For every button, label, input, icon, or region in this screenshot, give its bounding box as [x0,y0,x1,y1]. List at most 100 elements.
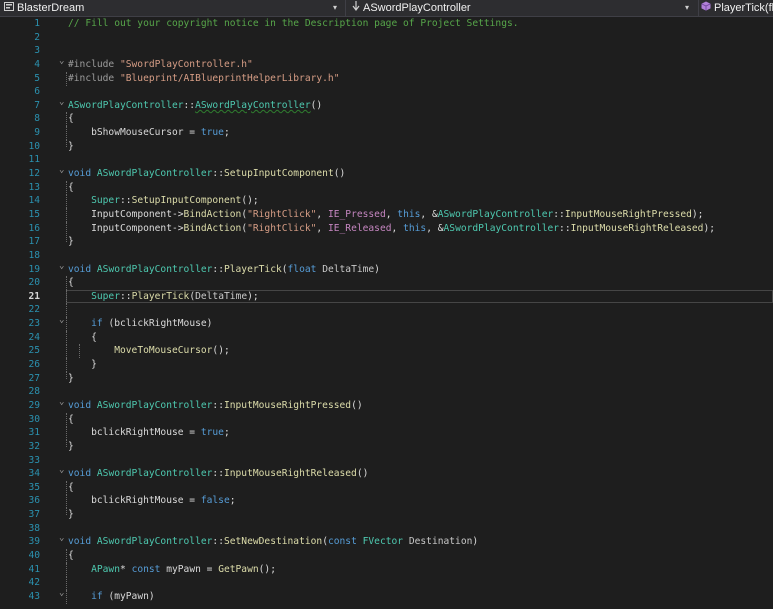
code-line[interactable]: 40 { [0,548,773,563]
code-line[interactable]: 17} [0,235,773,249]
code-line[interactable]: 43 ⌄ if (myPawn) [0,588,773,604]
line-number: 33 [28,454,40,466]
code-line[interactable]: 39 ⌄ void ASwordPlayController::SetNewDest… [0,532,773,549]
code-line[interactable]: 10} [0,139,773,154]
code-token: (); [241,195,259,207]
code-line[interactable]: 27} [0,371,773,386]
code-line[interactable]: 3 [0,44,773,58]
code-line[interactable]: 29 ⌄ void ASwordPlayController::InputMouse… [0,396,773,413]
code-line[interactable]: 31 bclickRightMouse = true; [0,426,773,441]
code-text: #include "Blueprint/AIBlueprintHelperLib… [68,72,339,86]
indent-guide [66,494,67,509]
code-line[interactable]: 41 APawn* const myPawn = GetPawn(); [0,562,773,577]
code-line[interactable]: 36 bclickRightMouse = false; [0,494,773,509]
code-line[interactable]: 19 ⌄ void ASwordPlayController::PlayerTick… [0,260,773,277]
code-token: :: [212,168,224,180]
fold-toggle-icon[interactable]: ⌄ [59,532,67,546]
indent-guide [66,344,67,359]
code-editor[interactable]: 1 // Fill out your copyright notice in th… [0,17,773,609]
navigation-bar: BlasterDream ▾ ASwordPlayController ▾ Pl… [0,0,773,17]
chevron-down-icon[interactable]: ▾ [333,0,337,16]
line-number: 18 [28,249,40,261]
code-line[interactable]: 2 [0,31,773,45]
code-token: , [391,222,404,234]
fold-toggle-icon[interactable]: ⌄ [59,260,67,274]
line-number: 14 [28,195,40,207]
code-line[interactable]: 4 ⌄ #include "SwordPlayController.h" [0,55,773,72]
indent-guide [66,207,67,222]
code-token: , [385,208,398,220]
chevron-down-icon[interactable]: ▾ [685,0,689,16]
fold-toggle-icon[interactable]: ⌄ [59,164,67,178]
code-line[interactable]: 28 [0,385,773,399]
code-token: ASwordPlayController [195,99,311,111]
code-line[interactable]: 33 [0,454,773,468]
code-line[interactable]: 12 ⌄ void ASwordPlayController::SetupInput… [0,164,773,181]
code-line[interactable]: 26 } [0,358,773,373]
down-arrow-icon [352,0,360,16]
code-token: false [200,495,230,507]
code-token: ASwordPlayController [96,536,213,548]
line-number: 19 [28,263,40,275]
code-line[interactable]: 9 bShowMouseCursor = true; [0,126,773,141]
code-token: } [68,509,74,521]
code-line[interactable]: 8{ [0,112,773,127]
code-line[interactable]: 7 ⌄ ASwordPlayController::ASwordPlayContro… [0,96,773,113]
fold-toggle-icon[interactable]: ⌄ [59,55,67,69]
code-line[interactable]: 1 // Fill out your copyright notice in th… [0,17,773,31]
code-text: void ASwordPlayController::InputMouseRig… [68,399,363,413]
code-token: ( [102,318,115,330]
code-token: bclickRightMouse [91,427,184,439]
code-text: bShowMouseCursor = true; [68,126,230,140]
scope-dropdown[interactable]: ASwordPlayController ▾ [345,0,698,16]
code-line[interactable]: 14 Super::SetupInputComponent(); [0,194,773,209]
code-line[interactable]: 37} [0,508,773,522]
code-line[interactable]: 20 { [0,276,773,291]
code-line[interactable]: 42 [0,576,773,591]
code-line[interactable]: 32} [0,439,773,454]
code-text: MoveToMouseCursor(); [68,344,230,358]
code-line[interactable]: 6 [0,85,773,99]
code-line[interactable]: 11 [0,153,773,167]
member-dropdown[interactable]: PlayerTick(flo [698,0,773,16]
code-token: } [68,236,74,248]
fold-toggle-icon[interactable]: ⌄ [59,96,67,110]
member-name: PlayerTick(flo [714,2,773,14]
code-line[interactable]: 5 #include "Blueprint/AIBlueprintHelperLi… [0,71,773,86]
line-number: 2 [34,31,40,43]
code-line[interactable]: 15 InputComponent->BindAction("RightClic… [0,207,773,222]
code-line[interactable]: 24 { [0,330,773,345]
line-number: 15 [28,208,40,220]
code-line[interactable]: 35 { [0,480,773,495]
code-line[interactable]: 38 [0,522,773,536]
code-token: if [91,318,103,330]
code-line[interactable]: 25 MoveToMouseCursor(); [0,344,773,359]
line-number: 25 [28,345,40,357]
code-token: this [397,208,421,220]
project-dropdown[interactable]: BlasterDream ▾ [0,0,345,16]
fold-toggle-icon[interactable]: ⌄ [59,464,67,478]
code-token: MoveToMouseCursor [114,345,213,357]
code-line[interactable]: 13 { [0,180,773,195]
code-token: = [200,563,219,575]
fold-toggle-icon[interactable]: ⌄ [59,396,67,410]
code-line[interactable]: 23 ⌄ if (bclickRightMouse) [0,315,773,332]
code-token: InputMouseRightReleased [570,222,704,234]
code-line[interactable]: 30 { [0,412,773,427]
code-line[interactable]: 16 InputComponent->BindAction("RightClic… [0,221,773,236]
code-line[interactable]: 22 [0,303,773,318]
code-line[interactable]: 21 Super::PlayerTick(DeltaTime); [0,289,773,304]
code-line[interactable]: 18 [0,249,773,263]
code-token: void [68,468,97,480]
code-token: () [310,99,323,111]
code-text: { [68,481,74,495]
code-token: void [68,399,97,411]
line-number: 4 [34,58,40,70]
code-line[interactable]: 34 ⌄ void ASwordPlayController::InputMouse… [0,464,773,481]
code-token: #include [68,72,120,84]
code-token: :: [212,468,224,480]
code-token: ; [223,427,230,439]
code-token: (); [212,345,230,357]
